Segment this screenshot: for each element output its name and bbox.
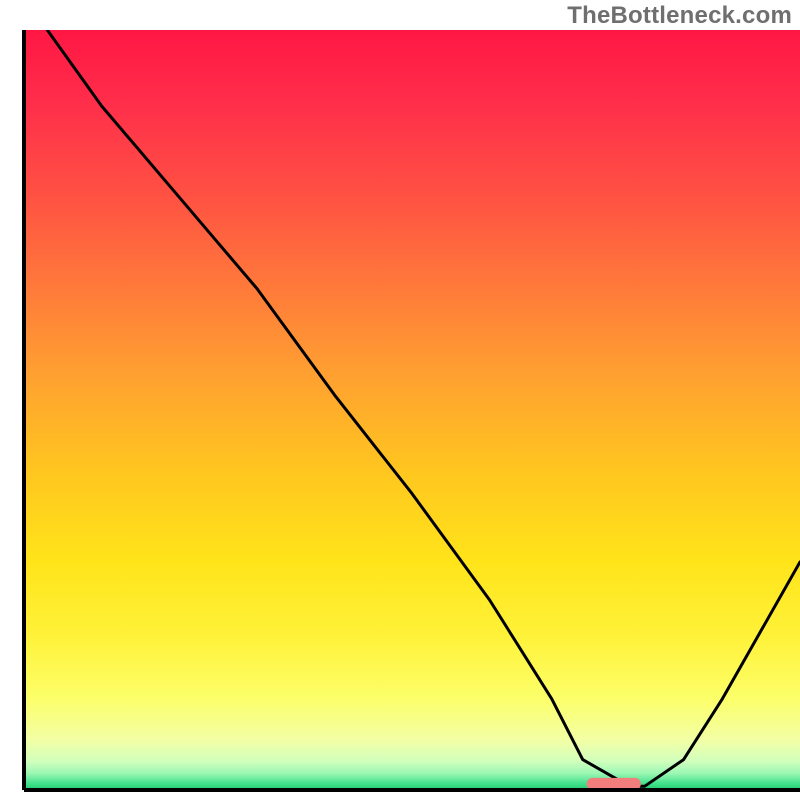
- watermark-text: TheBottleneck.com: [567, 2, 792, 30]
- bottleneck-chart: [0, 0, 800, 800]
- chart-canvas: TheBottleneck.com: [0, 0, 800, 800]
- gradient-background: [24, 30, 800, 790]
